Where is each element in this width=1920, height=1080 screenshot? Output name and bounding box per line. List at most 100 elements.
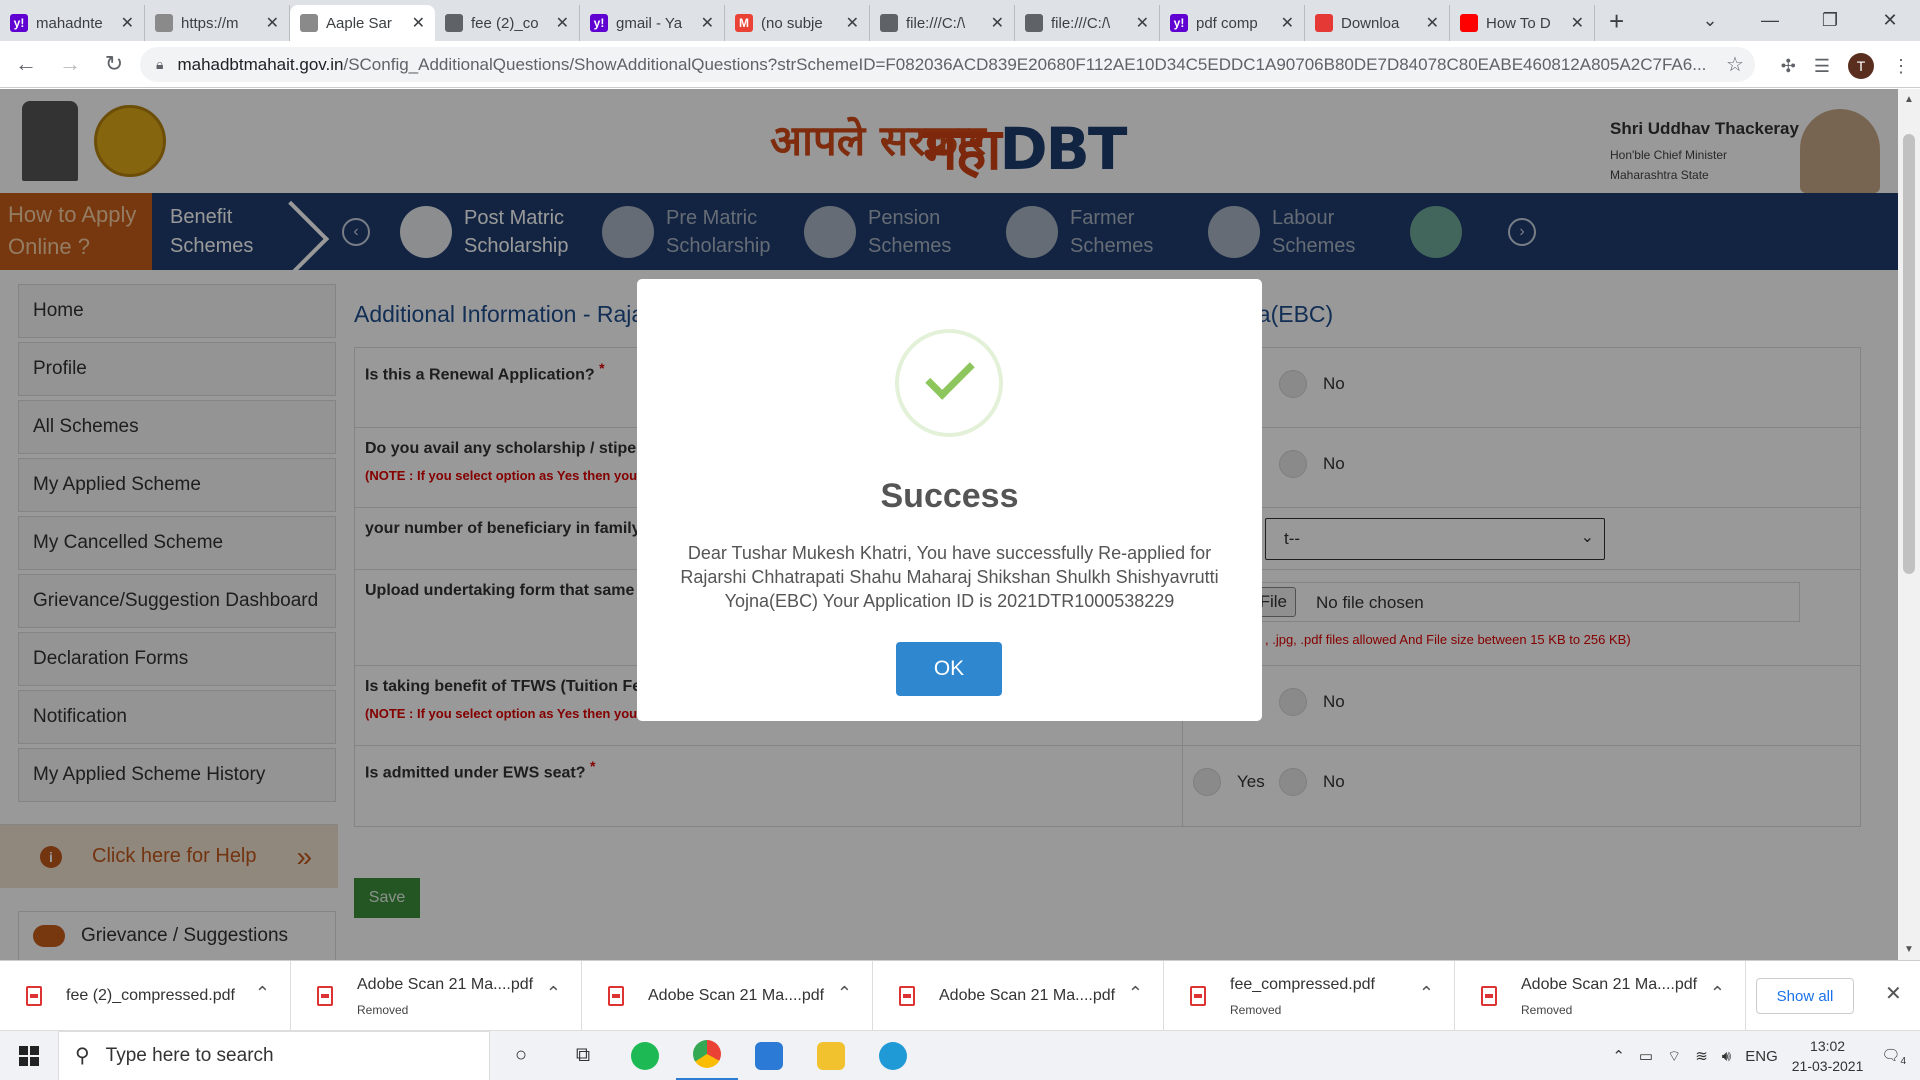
ok-button[interactable]: OK [896, 642, 1002, 696]
download-item[interactable]: Adobe Scan 21 Ma....pdf ⌃ [582, 960, 873, 1031]
tab-title: How To D [1486, 14, 1551, 32]
url-field[interactable]: 🔒︎ mahadbtmahait.gov.in/SConfig_Addition… [140, 47, 1755, 82]
tab-close-icon[interactable]: ✕ [1281, 13, 1294, 33]
browser-tab[interactable]: y! gmail - Ya ✕ [580, 5, 725, 41]
browser-tab[interactable]: How To D ✕ [1450, 5, 1595, 41]
download-filename: fee (2)_compressed.pdf [66, 986, 235, 1004]
browser-tab[interactable]: https://m ✕ [145, 5, 290, 41]
tray-wifi-icon[interactable]: ≋ [1695, 1047, 1708, 1065]
browser-tab[interactable]: Downloa ✕ [1305, 5, 1450, 41]
tab-title: mahadnte [36, 14, 103, 32]
tab-close-icon[interactable]: ✕ [1426, 13, 1439, 33]
task-view-icon[interactable]: ⧉ [552, 1031, 614, 1080]
tab-favicon-icon [1315, 14, 1333, 32]
browser-tab[interactable]: file:///C:/\ ✕ [870, 5, 1015, 41]
minimize-button[interactable]: — [1740, 10, 1800, 31]
tab-favicon-icon [445, 14, 463, 32]
chevron-up-icon[interactable]: ⌃ [1419, 983, 1434, 1004]
file-explorer-icon[interactable] [800, 1031, 862, 1080]
chevron-up-icon[interactable]: ⌃ [1128, 983, 1143, 1004]
chevron-up-icon[interactable]: ⌃ [255, 983, 270, 1004]
tray-device-icon[interactable]: ▭ [1639, 1047, 1653, 1065]
menu-kebab-icon[interactable]: ⋮ [1892, 56, 1910, 77]
modal-title: Success [880, 477, 1019, 515]
tab-close-icon[interactable]: ✕ [121, 13, 134, 33]
lock-icon[interactable]: 🔒︎ [156, 56, 163, 73]
tab-close-icon[interactable]: ✕ [701, 13, 714, 33]
taskbar-search-input[interactable]: ⚲ Type here to search [58, 1030, 490, 1080]
cortana-icon[interactable]: ○ [490, 1031, 552, 1080]
tab-close-icon[interactable]: ✕ [556, 13, 569, 33]
tab-favicon-icon: y! [590, 14, 608, 32]
browser-toolbar-icons: ✣ ☰ T ⋮ [1781, 53, 1910, 79]
chevron-up-icon[interactable]: ⌃ [837, 983, 852, 1004]
browser-tab[interactable]: file:///C:/\ ✕ [1015, 5, 1160, 41]
download-filename: Adobe Scan 21 Ma....pdf [939, 986, 1116, 1004]
chevron-up-icon[interactable]: ⌃ [546, 983, 561, 1004]
bookmark-star-icon[interactable]: ☆ [1715, 52, 1755, 77]
extensions-icon[interactable]: ✣ [1781, 56, 1796, 77]
tray-volume-icon[interactable]: 🔊︎ [1722, 1048, 1731, 1065]
scroll-up-icon[interactable]: ▲ [1904, 94, 1914, 105]
reading-list-icon[interactable]: ☰ [1814, 56, 1830, 77]
tab-close-icon[interactable]: ✕ [1571, 13, 1584, 33]
tab-title: pdf comp [1196, 14, 1258, 32]
edge-icon[interactable] [862, 1031, 924, 1080]
tab-title: Downloa [1341, 14, 1400, 32]
download-filename: Adobe Scan 21 Ma....pdf [357, 975, 534, 993]
forward-icon[interactable]: → [52, 51, 88, 77]
tab-search-icon[interactable]: ⌄ [1680, 10, 1740, 31]
restore-button[interactable]: ❐ [1800, 10, 1860, 31]
reload-icon[interactable]: ↻ [96, 51, 132, 77]
pdf-file-icon [899, 985, 915, 1006]
tab-close-icon[interactable]: ✕ [412, 13, 425, 33]
download-item[interactable]: fee (2)_compressed.pdf ⌃ [0, 960, 291, 1031]
tab-favicon-icon: y! [10, 14, 28, 32]
profile-avatar[interactable]: T [1848, 53, 1874, 79]
tab-title: file:///C:/\ [906, 14, 966, 32]
chevron-up-icon[interactable]: ⌃ [1710, 983, 1725, 1004]
tray-network-icon[interactable]: ⌔ [1667, 1047, 1681, 1066]
download-item[interactable]: fee_compressed.pdf Removed ⌃ [1164, 960, 1455, 1031]
downloads-bar: fee (2)_compressed.pdf ⌃ Adobe Scan 21 Ma.… [0, 960, 1920, 1031]
address-bar: ← → ↻ 🔒︎ mahadbtmahait.gov.in/SConfig_Ad… [0, 41, 1920, 88]
close-window-button[interactable]: ✕ [1860, 10, 1920, 31]
notification-icon[interactable]: 🗨︎4 [1881, 1046, 1906, 1067]
url-path: /SConfig_AdditionalQuestions/ShowAdditio… [343, 54, 1707, 74]
downloads-list: fee (2)_compressed.pdf ⌃ Adobe Scan 21 Ma.… [0, 960, 1746, 1031]
tab-favicon-icon [880, 14, 898, 32]
new-tab-button[interactable]: + [1609, 6, 1624, 37]
language-indicator[interactable]: ENG [1745, 1048, 1778, 1065]
download-status: Removed [1230, 1002, 1282, 1017]
tab-close-icon[interactable]: ✕ [991, 13, 1004, 33]
download-filename: Adobe Scan 21 Ma....pdf [648, 986, 825, 1004]
chrome-icon[interactable] [676, 1031, 738, 1080]
browser-tab[interactable]: y! pdf comp ✕ [1160, 5, 1305, 41]
tab-close-icon[interactable]: ✕ [1136, 13, 1149, 33]
browser-tab[interactable]: Aaple Sar ✕ [290, 5, 435, 41]
tab-close-icon[interactable]: ✕ [846, 13, 859, 33]
system-tray: ⌃ ▭ ⌔ ≋ 🔊︎ ENG 13:02 21-03-2021 🗨︎4 [1612, 1031, 1920, 1080]
download-item[interactable]: Adobe Scan 21 Ma....pdf Removed ⌃ [291, 960, 582, 1031]
download-item[interactable]: Adobe Scan 21 Ma....pdf ⌃ [873, 960, 1164, 1031]
pdf-file-icon [608, 985, 624, 1006]
page-scrollbar[interactable]: ▲ ▼ [1898, 89, 1920, 960]
browser-tab[interactable]: y! mahadnte ✕ [0, 5, 145, 41]
clock-time: 13:02 [1810, 1038, 1846, 1054]
download-status: Removed [357, 1002, 409, 1017]
download-item[interactable]: Adobe Scan 21 Ma....pdf Removed ⌃ [1455, 960, 1746, 1031]
browser-tab[interactable]: M (no subje ✕ [725, 5, 870, 41]
windows-start-icon[interactable] [0, 1031, 58, 1080]
photos-icon[interactable] [738, 1031, 800, 1080]
tab-favicon-icon: M [735, 14, 753, 32]
taskbar-clock[interactable]: 13:02 21-03-2021 [1792, 1036, 1864, 1076]
tab-close-icon[interactable]: ✕ [266, 13, 279, 33]
tray-chevron-up-icon[interactable]: ⌃ [1612, 1047, 1625, 1065]
spotify-icon[interactable] [614, 1031, 676, 1080]
browser-tab[interactable]: fee (2)_co ✕ [435, 5, 580, 41]
scroll-down-icon[interactable]: ▼ [1904, 944, 1914, 955]
back-icon[interactable]: ← [8, 51, 44, 77]
scrollbar-thumb[interactable] [1903, 134, 1915, 574]
close-downloads-icon[interactable]: ✕ [1885, 981, 1902, 1006]
show-all-button[interactable]: Show all [1756, 978, 1854, 1014]
